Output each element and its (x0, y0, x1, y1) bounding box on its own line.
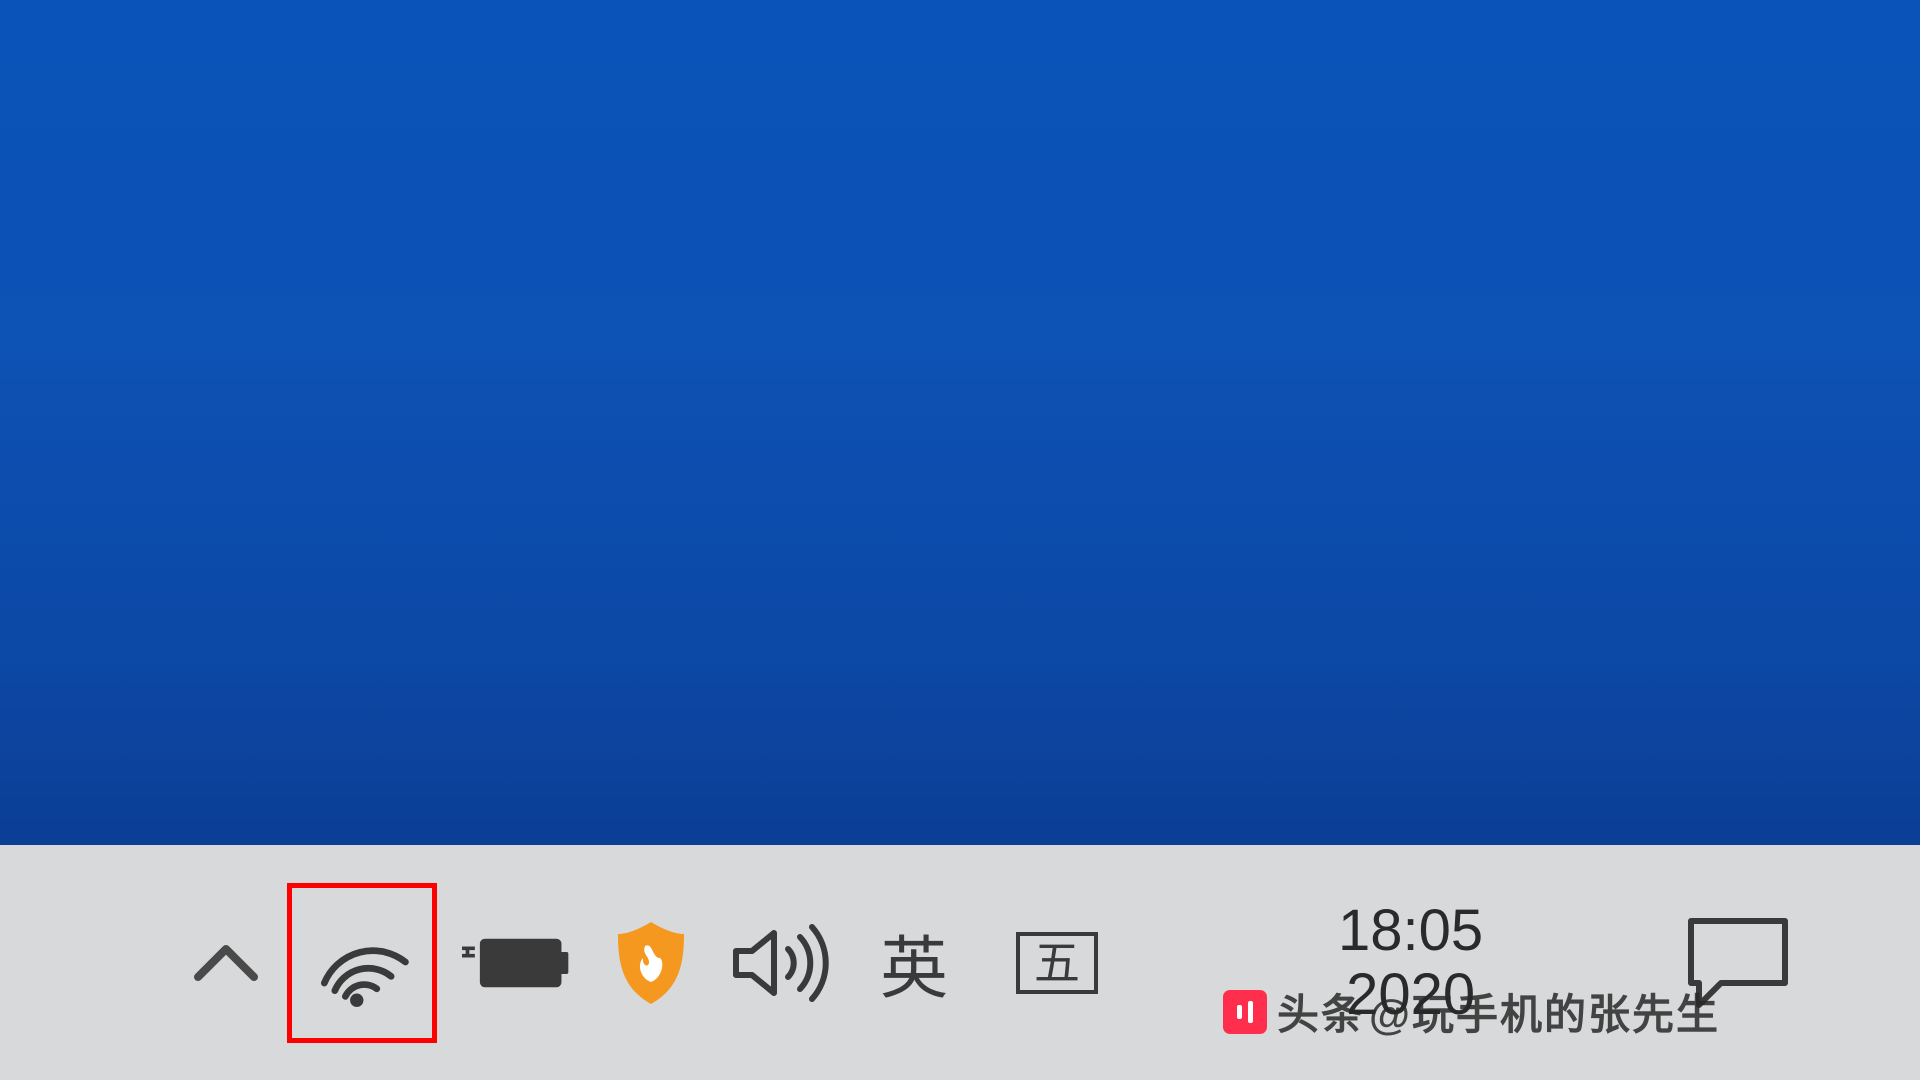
ime-mode-button[interactable]: 五 (1001, 908, 1113, 1018)
watermark-overlay: 头条 @玩手机的张先生 (1223, 981, 1720, 1042)
watermark-handle: @玩手机的张先生 (1369, 981, 1720, 1042)
chevron-up-icon (190, 941, 262, 985)
desktop-background (0, 0, 1920, 845)
system-tray: 英 五 (175, 883, 1113, 1043)
firewall-tray-button[interactable] (597, 908, 705, 1018)
taskbar: 英 五 18:05 2020 (0, 845, 1920, 1080)
ime-mode-label: 五 (1016, 932, 1098, 994)
ime-language-label: 英 (880, 913, 948, 1012)
watermark-logo-icon (1223, 990, 1267, 1034)
volume-tray-button[interactable] (715, 908, 855, 1018)
battery-tray-button[interactable] (447, 908, 587, 1018)
battery-charging-icon (462, 933, 572, 993)
wifi-tray-button[interactable] (287, 883, 437, 1043)
watermark-brand: 头条 (1277, 981, 1365, 1042)
wifi-icon (310, 918, 415, 1008)
volume-icon (730, 923, 840, 1003)
clock-time: 18:05 (1338, 899, 1483, 963)
ime-language-button[interactable]: 英 (865, 908, 963, 1018)
show-hidden-icons-button[interactable] (175, 908, 277, 1018)
firewall-shield-icon (612, 918, 690, 1008)
